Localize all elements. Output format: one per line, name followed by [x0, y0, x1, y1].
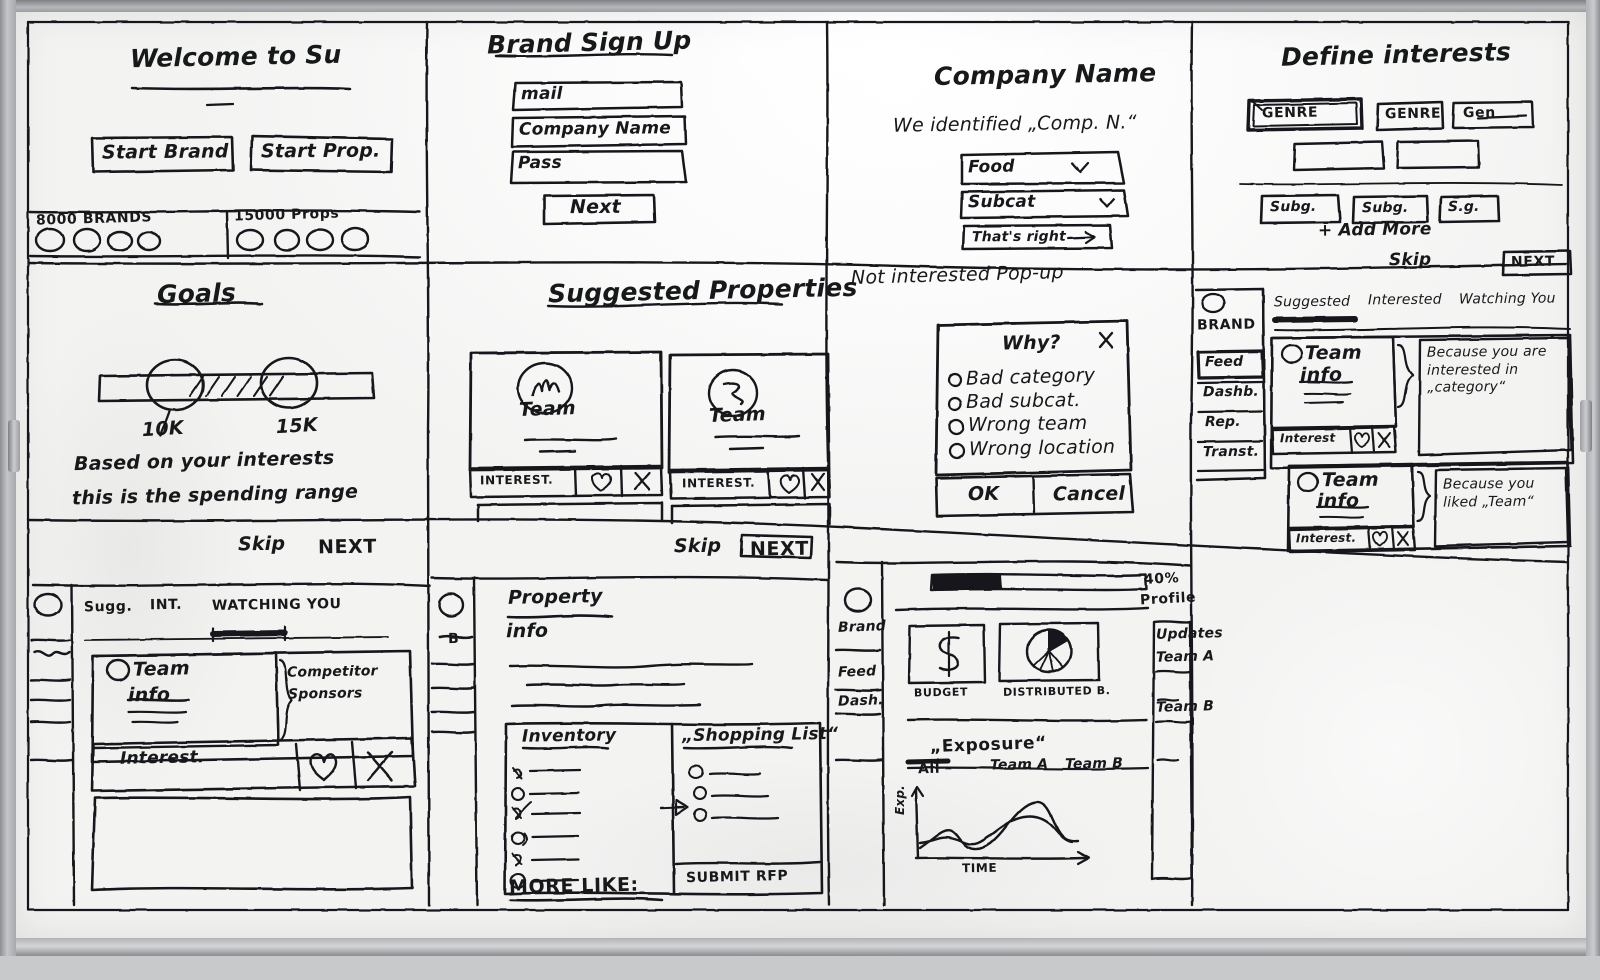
text-layer: Welcome to Su Start Brand Start Prop. 80… [0, 0, 1600, 956]
exposure-title: „Exposure“ [929, 732, 1048, 758]
goals-skip-button[interactable]: Skip [238, 533, 286, 556]
tab-suggested[interactable]: Suggested [1274, 294, 1350, 311]
popup-title: Why? [1001, 331, 1061, 355]
start-prop-button[interactable]: Start Prop. [261, 140, 381, 163]
subgenre-chip-1[interactable]: Subg. [1362, 200, 1409, 216]
submit-rfp-button[interactable]: SUBMIT RFP [686, 868, 789, 886]
bl-card-subtitle: info [127, 683, 171, 707]
popup-ok-button[interactable]: OK [968, 483, 1000, 505]
exposure-xlabel: TIME [961, 860, 998, 876]
updates-item-team-b[interactable]: Team B [1156, 698, 1214, 715]
add-more-link[interactable]: + Add More [1318, 219, 1432, 241]
sidebar-item-reports[interactable]: Rep. [1205, 414, 1241, 430]
tab-watching-you[interactable]: Watching You [1459, 290, 1556, 307]
exposure-tab-all[interactable]: All [918, 761, 941, 777]
slider-min-label: 10K [141, 416, 185, 442]
goals-note-line1: Based on your interests [73, 446, 335, 476]
interests-skip-button[interactable]: Skip [1389, 250, 1432, 271]
inventory-title: Inventory [521, 725, 617, 747]
popup-option-1[interactable]: Bad subcat. [966, 389, 1081, 413]
subcategory-select[interactable]: Subcat [968, 192, 1036, 212]
pd-brand-label: B [447, 630, 460, 648]
interests-next-button[interactable]: NEXT [1511, 254, 1555, 271]
genre-chip-0[interactable]: GENRE [1262, 105, 1318, 122]
thats-right-button[interactable]: That's right [972, 229, 1066, 246]
dash-sidebar-item-dash[interactable]: Dash. [838, 692, 884, 710]
tab-interested[interactable]: Interested [1368, 292, 1442, 309]
company-name-title: Company Name [933, 58, 1157, 91]
genre-chip-1[interactable]: GENRE [1385, 106, 1441, 123]
competitor-label-line1: Competitor [286, 663, 378, 681]
property-card-1-interest-button[interactable]: INTEREST. [682, 476, 755, 491]
popup-option-2[interactable]: Wrong team [968, 412, 1088, 436]
popup-cancel-button[interactable]: Cancel [1053, 483, 1125, 506]
dash-sidebar-item-feed[interactable]: Feed [838, 663, 877, 680]
exposure-tab-team-a[interactable]: Team A [990, 756, 1048, 773]
feed-card-1-subtitle: info [1316, 489, 1360, 513]
profile-progress-percent: 40% [1143, 570, 1180, 588]
profile-progress-label: Profile [1139, 589, 1197, 609]
subgenre-chip-2[interactable]: S.g. [1448, 199, 1480, 215]
bl-tab-suggested[interactable]: Sugg. [84, 599, 133, 616]
more-like-label: MORE LIKE: [508, 873, 639, 899]
feed-card-1-reason: Because you liked „Team“ [1442, 475, 1535, 511]
property-subtitle: info [505, 619, 549, 643]
start-brand-button[interactable]: Start Brand [102, 140, 229, 163]
feed-card-0-subtitle: info [1299, 363, 1343, 387]
kpi-budget-label: BUDGET [913, 685, 969, 700]
updates-title: Updates [1155, 625, 1223, 643]
goals-note-line2: this is the spending range [71, 480, 359, 510]
email-field[interactable]: mail [521, 84, 563, 104]
subgenre-chip-0[interactable]: Subg. [1270, 199, 1317, 215]
brands-stat-label: 8000 BRANDS [35, 209, 153, 229]
suggested-properties-title: Suggested Properties [547, 272, 858, 309]
feed-card-0-title: Team [1304, 341, 1362, 365]
props-stat-label: 15000 Props [233, 205, 340, 225]
property-card-0-interest-button[interactable]: INTEREST. [480, 473, 553, 488]
updates-item-team-a[interactable]: Team A [1156, 648, 1215, 665]
bl-tab-watching-you[interactable]: WATCHING YOU [212, 596, 342, 614]
bl-card-title: Team [132, 657, 191, 681]
popup-option-0[interactable]: Bad category [966, 364, 1096, 390]
popup-option-3[interactable]: Wrong location [969, 436, 1116, 461]
exposure-ylabel: Exp. [893, 785, 907, 815]
feed-card-0-reason: Because you are interested in „category“ [1426, 343, 1547, 396]
goals-title: Goals [156, 278, 237, 309]
kpi-distributed-label: DISTRIBUTED B. [1002, 684, 1111, 699]
company-name-subtitle: We identified „Comp. N.“ [892, 111, 1137, 137]
suggested-next-button[interactable]: NEXT [750, 538, 809, 561]
signup-next-button[interactable]: Next [570, 196, 621, 218]
property-card-1-name: Team [708, 403, 767, 427]
sidebar-item-dashboard[interactable]: Dashb. [1203, 384, 1259, 401]
define-interests-title: Define interests [1280, 37, 1512, 72]
exposure-tab-team-b[interactable]: Team B [1065, 755, 1123, 772]
feed-card-1-title: Team [1321, 468, 1379, 492]
suggested-skip-button[interactable]: Skip [674, 535, 721, 557]
password-field[interactable]: Pass [518, 153, 562, 173]
feed-brand-label: BRAND [1196, 316, 1256, 334]
feed-card-0-interest-button[interactable]: Interest [1280, 431, 1336, 446]
shopping-list-title: „Shopping List“ [681, 723, 839, 747]
popup-caption: Not interested Pop-up [850, 261, 1064, 289]
genre-chip-2[interactable]: Gen [1463, 105, 1496, 121]
property-card-0-name: Team [518, 397, 577, 421]
property-title: Property [507, 585, 603, 609]
sidebar-item-feed[interactable]: Feed [1205, 354, 1243, 370]
competitor-label-line2: Sponsors [287, 685, 363, 703]
goals-next-button[interactable]: NEXT [318, 536, 377, 559]
bl-tab-interested[interactable]: INT. [150, 597, 182, 613]
bl-card-interest-button[interactable]: Interest. [120, 747, 205, 768]
feed-card-1-interest-button[interactable]: Interest. [1296, 531, 1356, 546]
dash-brand-label: Brand [837, 618, 887, 636]
category-select[interactable]: Food [968, 157, 1015, 178]
welcome-title: Welcome to Su [129, 39, 342, 74]
company-name-field[interactable]: Company Name [519, 118, 671, 140]
brand-signup-title: Brand Sign Up [486, 25, 692, 60]
slider-max-label: 15K [275, 413, 319, 439]
sidebar-item-transactions[interactable]: Transt. [1203, 444, 1259, 461]
